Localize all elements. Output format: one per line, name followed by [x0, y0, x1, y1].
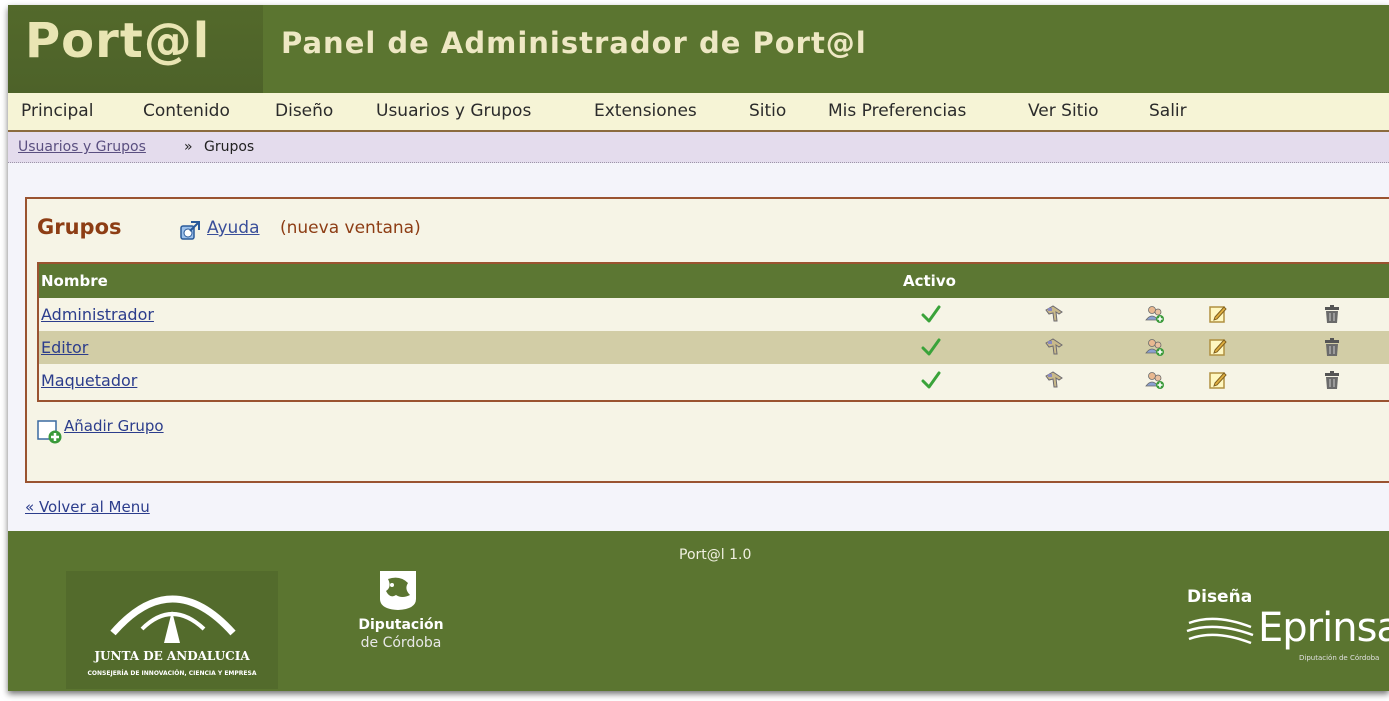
- check-icon[interactable]: [921, 304, 941, 324]
- breadcrumb-separator: »: [184, 139, 193, 155]
- permissions-icon[interactable]: [1044, 304, 1064, 324]
- table-row: Maquetador: [39, 364, 1389, 397]
- trash-icon[interactable]: [1322, 370, 1342, 390]
- menu-item-sitio[interactable]: Sitio: [749, 101, 786, 121]
- menu-item-diseno[interactable]: Diseño: [275, 101, 333, 121]
- diputacion-subtitle: de Córdoba: [360, 635, 442, 651]
- page-title: Panel de Administrador de Port@l: [281, 26, 867, 60]
- page: Port@l Panel de Administrador de Port@l …: [8, 5, 1389, 691]
- diputacion-emblem-icon: [380, 571, 416, 610]
- logo-text: Port@l: [25, 13, 211, 69]
- logo[interactable]: Port@l: [8, 5, 263, 93]
- group-users-icon[interactable]: [1145, 304, 1165, 324]
- help-note: (nueva ventana): [280, 218, 421, 238]
- group-name-link[interactable]: Maquetador: [41, 371, 137, 390]
- eprinsa-subtitle: Diputación de Córdoba: [1299, 654, 1380, 662]
- menu-item-salir[interactable]: Salir: [1149, 101, 1187, 121]
- menu-item-usuarios-grupos[interactable]: Usuarios y Grupos: [376, 101, 531, 121]
- breadcrumb-current: Grupos: [204, 139, 255, 155]
- check-icon[interactable]: [921, 370, 941, 390]
- table-header: Nombre Activo: [39, 264, 1389, 298]
- eprinsa-logo-text: Eprinsa: [1258, 605, 1389, 651]
- group-name-link[interactable]: Editor: [41, 338, 88, 357]
- trash-icon[interactable]: [1322, 337, 1342, 357]
- help-icon[interactable]: [178, 219, 202, 243]
- table-row: Administrador: [39, 298, 1389, 331]
- table-row: Editor: [39, 331, 1389, 364]
- add-group-link[interactable]: Añadir Grupo: [64, 417, 164, 435]
- main-menu: Principal Contenido Diseño Usuarios y Gr…: [8, 93, 1389, 132]
- edit-icon[interactable]: [1208, 337, 1228, 357]
- check-icon[interactable]: [921, 337, 941, 357]
- groups-table: Nombre Activo Administrador Editor Maque…: [37, 262, 1389, 402]
- junta-subtitle: CONSEJERÍA DE INNOVACIÓN, CIENCIA Y EMPR…: [87, 670, 257, 677]
- add-group-icon[interactable]: [37, 418, 63, 444]
- section-title: Grupos: [37, 215, 122, 239]
- groups-panel: Grupos Ayuda (nueva ventana) Nombre Acti…: [25, 197, 1389, 483]
- junta-name: JUNTA DE ANDALUCIA: [94, 649, 250, 663]
- diputacion-name: Diputación: [358, 617, 444, 633]
- column-header-activo: Activo: [903, 272, 956, 290]
- menu-item-ver-sitio[interactable]: Ver Sitio: [1028, 101, 1098, 121]
- permissions-icon[interactable]: [1044, 337, 1064, 357]
- edit-icon[interactable]: [1208, 370, 1228, 390]
- footer: Port@l 1.0 JUNTA DE ANDALUCIA CONSEJERÍA…: [8, 531, 1389, 691]
- header: Port@l Panel de Administrador de Port@l: [8, 5, 1389, 93]
- column-header-nombre: Nombre: [41, 272, 108, 290]
- group-users-icon[interactable]: [1145, 337, 1165, 357]
- junta-arch-icon: [110, 595, 236, 643]
- menu-item-extensiones[interactable]: Extensiones: [594, 101, 697, 121]
- group-name-link[interactable]: Administrador: [41, 305, 154, 324]
- permissions-icon[interactable]: [1044, 370, 1064, 390]
- breadcrumb-link-usuarios-grupos[interactable]: Usuarios y Grupos: [18, 139, 146, 155]
- help-link[interactable]: Ayuda: [207, 218, 260, 238]
- breadcrumb: Usuarios y Grupos » Grupos: [8, 132, 1389, 163]
- menu-item-contenido[interactable]: Contenido: [143, 101, 230, 121]
- menu-item-principal[interactable]: Principal: [21, 101, 93, 121]
- junta-andalucia-logo: JUNTA DE ANDALUCIA CONSEJERÍA DE INNOVAC…: [66, 571, 278, 689]
- menu-item-mis-preferencias[interactable]: Mis Preferencias: [828, 101, 966, 121]
- designer-label: Diseña: [1187, 587, 1253, 607]
- eprinsa-waves-icon: [1186, 617, 1254, 645]
- trash-icon[interactable]: [1322, 304, 1342, 324]
- version-text: Port@l 1.0: [679, 547, 752, 563]
- group-users-icon[interactable]: [1145, 370, 1165, 390]
- back-to-menu-link[interactable]: « Volver al Menu: [25, 498, 150, 516]
- edit-icon[interactable]: [1208, 304, 1228, 324]
